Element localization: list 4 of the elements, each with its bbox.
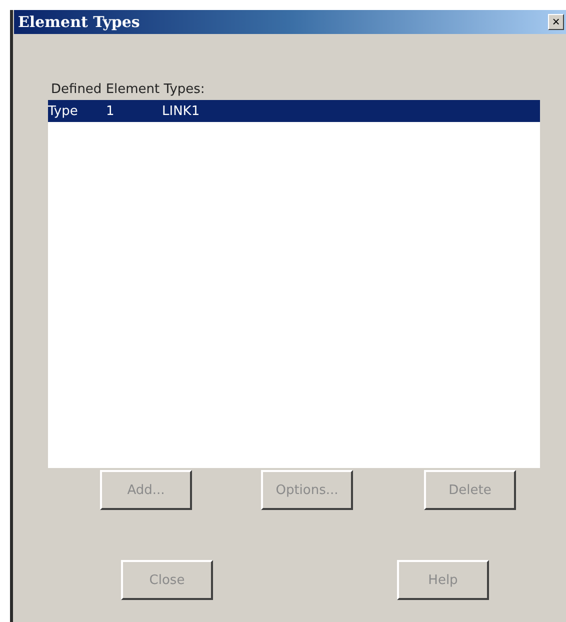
close-button[interactable]: × [548,14,564,30]
window-title: Element Types [18,13,140,31]
list-label: Defined Element Types: [51,82,206,99]
list-item[interactable]: Type 1 LINK1 [48,100,540,122]
